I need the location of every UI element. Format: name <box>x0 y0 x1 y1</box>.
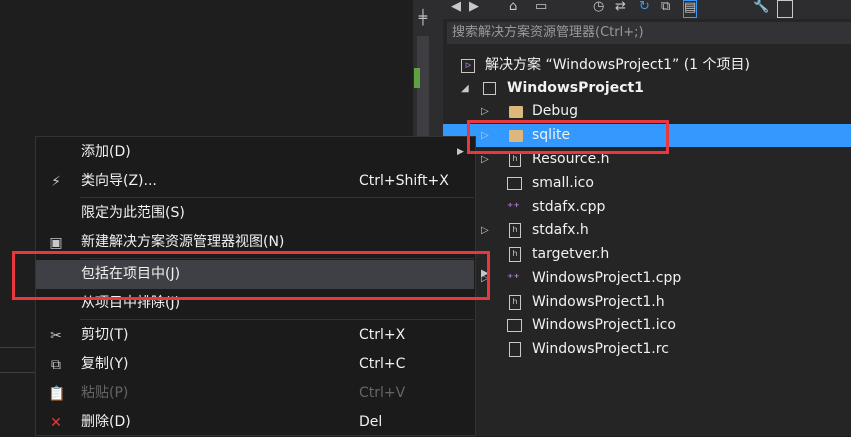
preview-icon[interactable] <box>777 0 793 18</box>
history-icon[interactable]: ◷ <box>593 0 604 16</box>
folder-icon <box>509 106 523 118</box>
change-marker <box>414 68 420 88</box>
forward-icon[interactable]: ▶ <box>469 0 479 16</box>
cpp-file-icon: ⁺⁺ <box>507 200 520 214</box>
editor-bottom-bar <box>0 347 40 373</box>
annotation-box-include <box>12 251 490 300</box>
tree-item-small-ico[interactable]: small.ico <box>443 172 851 195</box>
expanded-arrow-icon[interactable]: ◢ <box>461 77 469 100</box>
tree-item-windowsproject1-ico[interactable]: WindowsProject1.ico <box>443 314 851 337</box>
menu-separator <box>80 319 474 320</box>
menu-separator <box>80 197 474 198</box>
menu-item-copy[interactable]: ⧉ 复制(Y) Ctrl+C <box>36 350 474 379</box>
home-icon[interactable]: ⌂ <box>509 0 517 16</box>
back-icon[interactable]: ◀ <box>451 0 461 16</box>
image-file-icon <box>507 319 522 332</box>
project-icon <box>483 82 496 95</box>
refresh-icon[interactable]: ↻ <box>639 0 650 16</box>
split-handle-icon[interactable]: ╪ <box>413 8 433 28</box>
tree-item-windowsproject1-h[interactable]: h WindowsProject1.h <box>443 291 851 314</box>
tree-item-stdafx-h[interactable]: ▷ h stdafx.h <box>443 219 851 242</box>
menu-item-class-wizard[interactable]: ⚡ 类向导(Z)... Ctrl+Shift+X <box>36 167 474 196</box>
tree-item-project[interactable]: ◢ WindowsProject1 <box>443 77 851 100</box>
class-wizard-icon: ⚡ <box>51 174 61 190</box>
menu-item-paste: 📋 粘贴(P) Ctrl+V <box>48 385 406 402</box>
cpp-file-icon: ⁺⁺ <box>507 271 520 285</box>
sync-icon[interactable]: ⇄ <box>615 0 626 16</box>
paste-icon: 📋 <box>48 386 66 402</box>
menu-item-delete[interactable]: ✕ 删除(D) Del <box>36 408 474 437</box>
copy-icon: ⧉ <box>51 357 61 373</box>
new-view-icon: ▣ <box>49 235 63 251</box>
delete-x-icon: ✕ <box>50 415 62 431</box>
collapse-all-icon[interactable]: ⧉ <box>661 0 670 16</box>
show-all-files-icon[interactable]: ▤ <box>683 0 698 18</box>
resource-file-icon <box>509 342 521 357</box>
header-file-icon: h <box>509 152 521 167</box>
properties-icon[interactable]: 🔧 <box>753 0 769 16</box>
menu-item-scope-to-this[interactable]: 限定为此范围(S) <box>36 199 474 228</box>
annotation-box-sqlite <box>467 120 669 154</box>
header-file-icon: h <box>509 223 521 238</box>
tree-item-windowsproject1-rc[interactable]: WindowsProject1.rc <box>443 338 851 361</box>
submenu-arrow-icon: ▶ <box>457 147 464 157</box>
image-file-icon <box>507 177 522 190</box>
tree-item-solution[interactable]: ᐅ 解决方案 “WindowsProject1” (1 个项目) <box>443 54 851 77</box>
menu-item-add[interactable]: 添加(D) ▶ <box>36 138 474 167</box>
solution-explorer-search-input[interactable]: 搜索解决方案资源管理器(Ctrl+;) <box>447 22 851 44</box>
collapsed-arrow-icon[interactable]: ▷ <box>481 219 489 242</box>
tree-item-targetver-h[interactable]: h targetver.h <box>443 243 851 266</box>
tree-item-windowsproject1-cpp[interactable]: ▷ ⁺⁺ WindowsProject1.cpp <box>443 267 851 290</box>
scissors-icon: ✂ <box>50 328 62 344</box>
header-file-icon: h <box>509 295 521 310</box>
header-file-icon: h <box>509 247 521 262</box>
menu-item-cut[interactable]: ✂ 剪切(T) Ctrl+X <box>36 321 474 350</box>
solution-explorer-toolbar: ◀ ▶ ⌂ ▭ ◷ ⇄ ↻ ⧉ ▤ 🔧 <box>443 0 851 19</box>
tree-item-stdafx-cpp[interactable]: ⁺⁺ stdafx.cpp <box>443 196 851 219</box>
solution-icon: ᐅ <box>461 59 475 73</box>
switch-views-icon[interactable]: ▭ <box>535 0 547 16</box>
